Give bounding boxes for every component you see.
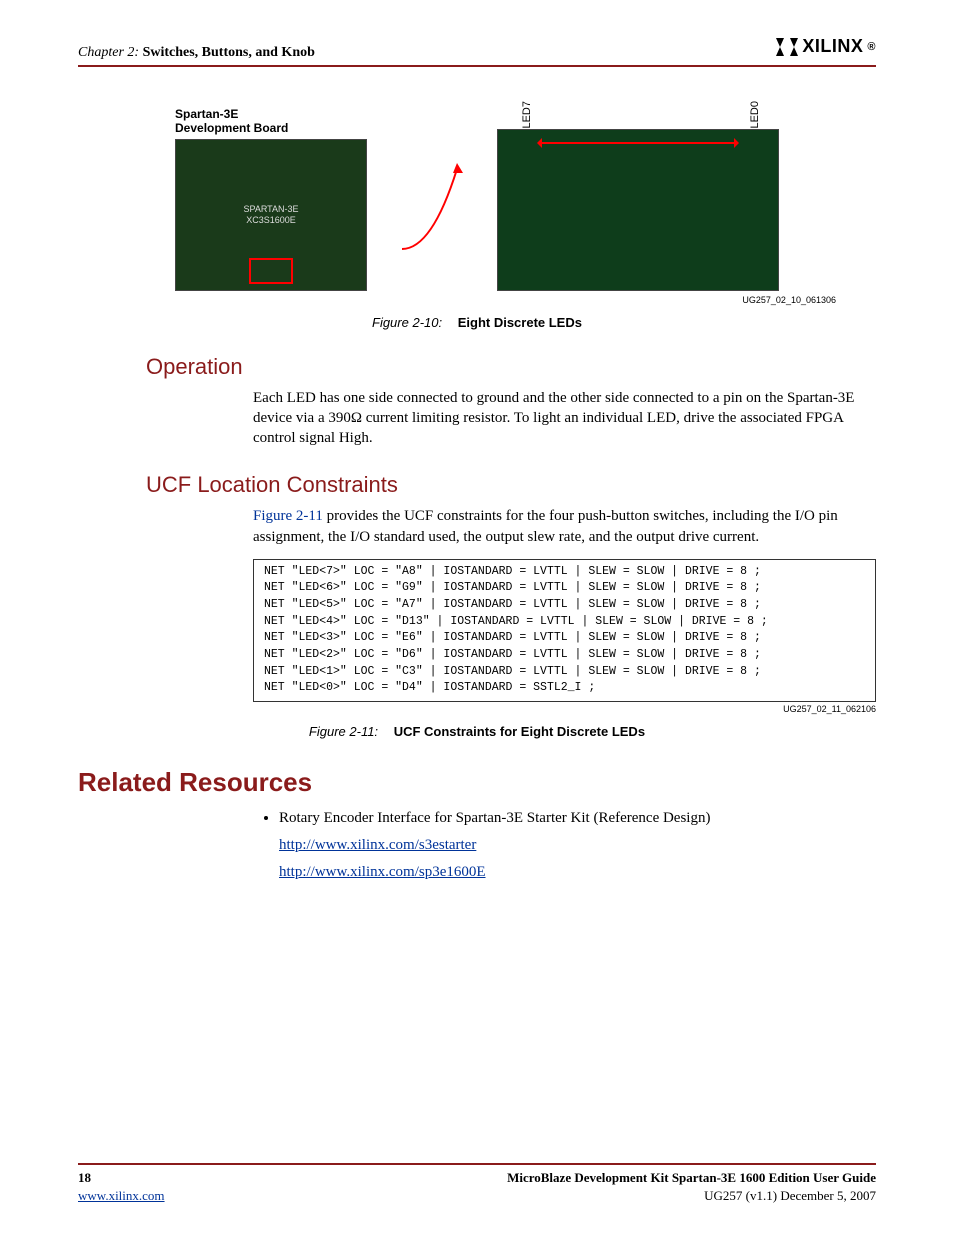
figure-2-10-caption: Figure 2-10: Eight Discrete LEDs: [78, 315, 876, 330]
figure-2-11-caption: Figure 2-11: UCF Constraints for Eight D…: [78, 724, 876, 739]
section-heading-ucf: UCF Location Constraints: [146, 472, 876, 498]
ucf-body: Figure 2-11 provides the UCF constraints…: [253, 506, 876, 547]
led7-label: LED7: [521, 101, 533, 129]
page-header: Chapter 2: Switches, Buttons, and Knob X…: [78, 36, 876, 67]
logo-reg: ®: [867, 41, 876, 53]
page-number: 18: [78, 1170, 91, 1185]
logo-text: XILINX: [802, 36, 863, 57]
figure-2-11-link[interactable]: Figure 2-11: [253, 508, 323, 524]
chapter-title: Switches, Buttons, and Knob: [143, 45, 315, 60]
code-source-id: UG257_02_11_062106: [253, 704, 876, 714]
code-line: NET "LED<2>" LOC = "D6" | IOSTANDARD = L…: [264, 647, 865, 664]
related-resources-list: Rotary Encoder Interface for Spartan-3E …: [253, 806, 876, 830]
code-line: NET "LED<3>" LOC = "E6" | IOSTANDARD = L…: [264, 630, 865, 647]
resource-link-2[interactable]: http://www.xilinx.com/sp3e1600E: [279, 859, 876, 886]
resource-link-1[interactable]: http://www.xilinx.com/s3estarter: [279, 832, 876, 859]
section-heading-related: Related Resources: [78, 767, 876, 798]
figure-2-10: Spartan-3E Development Board SPARTAN-3EX…: [78, 107, 876, 330]
chapter-reference: Chapter 2: Switches, Buttons, and Knob: [78, 45, 315, 61]
section-heading-operation: Operation: [146, 354, 876, 380]
code-line: NET "LED<0>" LOC = "D4" | IOSTANDARD = S…: [264, 680, 865, 697]
board-image-placeholder: SPARTAN-3EXC3S1600E: [175, 139, 367, 291]
code-line: NET "LED<7>" LOC = "A8" | IOSTANDARD = L…: [264, 564, 865, 581]
footer-url[interactable]: www.xilinx.com: [78, 1188, 165, 1203]
figure-source-id: UG257_02_10_061306: [78, 295, 836, 305]
list-item: Rotary Encoder Interface for Spartan-3E …: [279, 806, 876, 830]
led-closeup-placeholder: [497, 129, 779, 291]
doc-id: UG257 (v1.1) December 5, 2007: [704, 1188, 876, 1203]
code-line: NET "LED<4>" LOC = "D13" | IOSTANDARD = …: [264, 614, 865, 631]
code-line: NET "LED<5>" LOC = "A7" | IOSTANDARD = L…: [264, 597, 865, 614]
callout-arrow-icon: [397, 129, 467, 269]
xilinx-logo-icon: [776, 38, 798, 56]
led0-label: LED0: [749, 101, 761, 129]
board-label: Spartan-3E Development Board: [175, 107, 367, 135]
xilinx-logo: XILINX ®: [776, 36, 876, 57]
ucf-code-block: NET "LED<7>" LOC = "A8" | IOSTANDARD = L…: [253, 559, 876, 702]
led-range-arrow-icon: [538, 142, 738, 144]
chapter-prefix: Chapter 2:: [78, 45, 139, 60]
code-line: NET "LED<6>" LOC = "G9" | IOSTANDARD = L…: [264, 580, 865, 597]
code-line: NET "LED<1>" LOC = "C3" | IOSTANDARD = L…: [264, 664, 865, 681]
highlight-box: [249, 258, 293, 284]
doc-title: MicroBlaze Development Kit Spartan-3E 16…: [507, 1170, 876, 1185]
operation-body: Each LED has one side connected to groun…: [253, 388, 876, 449]
page-footer: 18 www.xilinx.com MicroBlaze Development…: [78, 1163, 876, 1205]
